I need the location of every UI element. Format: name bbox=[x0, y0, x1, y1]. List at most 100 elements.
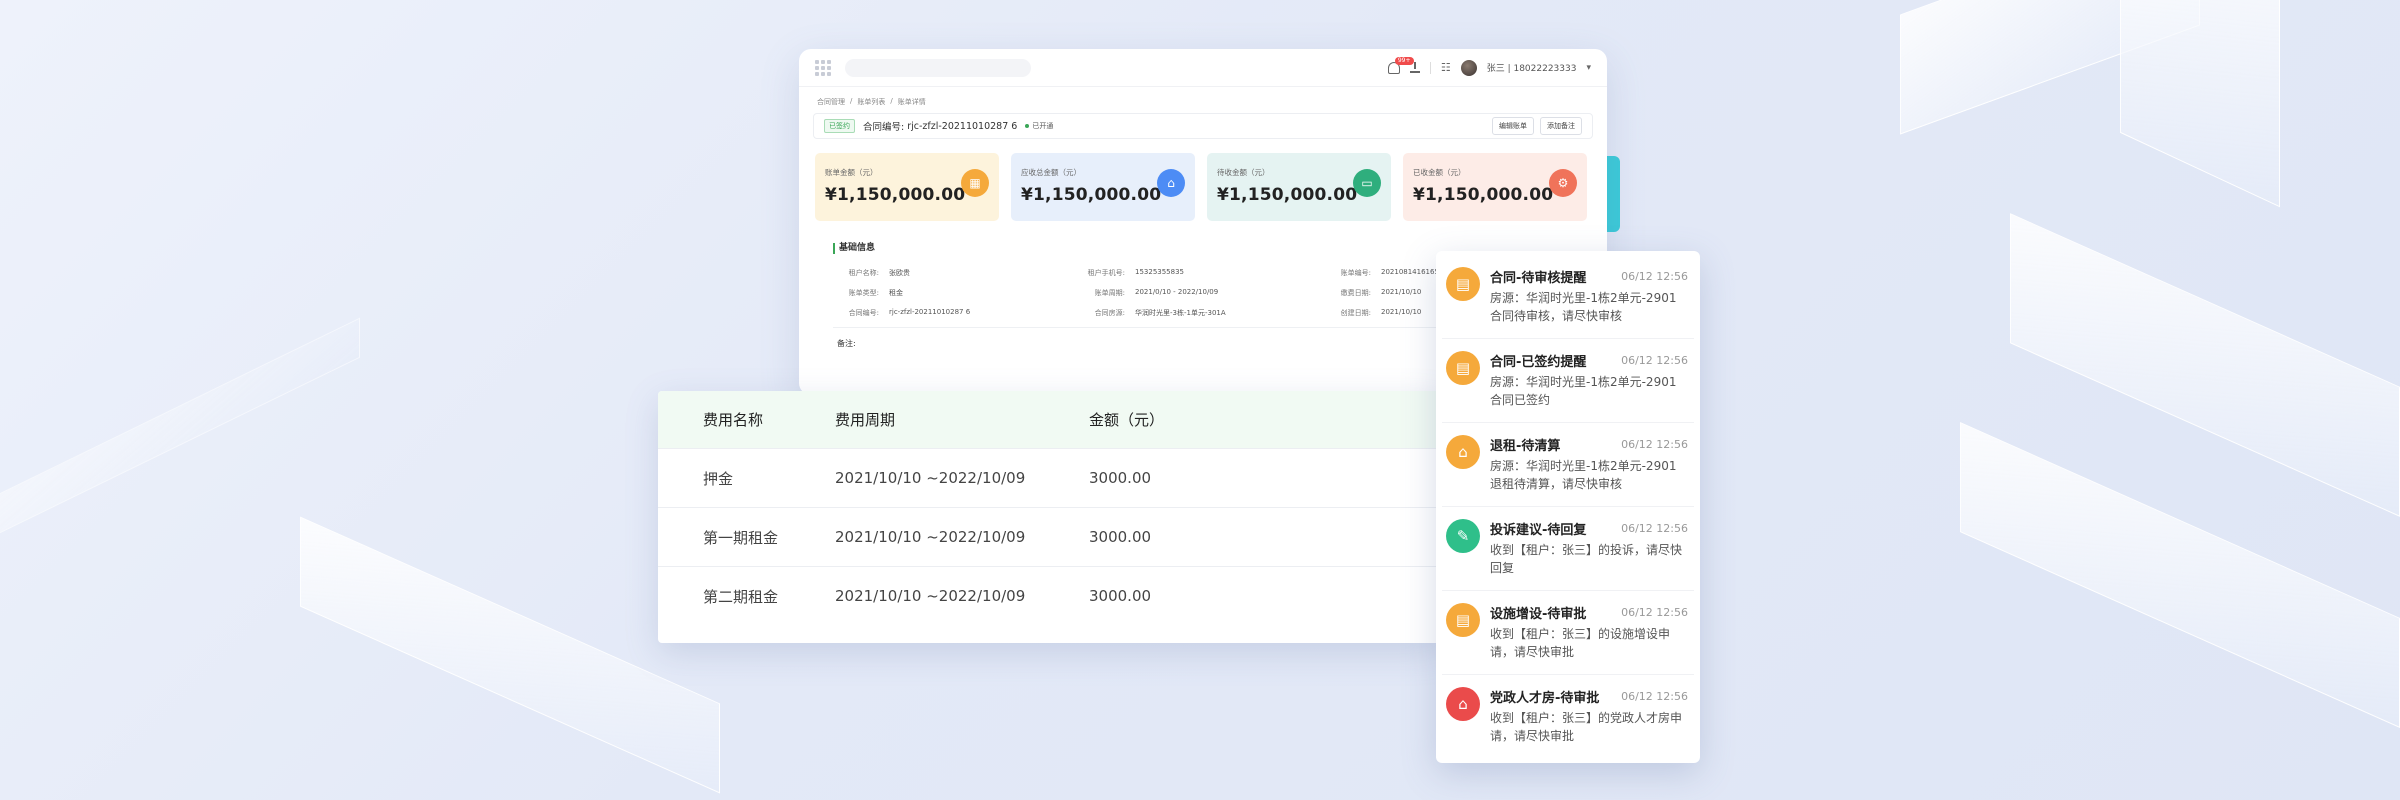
info-key: 账单周期: bbox=[1094, 289, 1125, 297]
info-item: 租户名称: 张欧贵 bbox=[837, 268, 1083, 278]
notification-panel: ▤ 合同-待审核提醒 06/12 12:56 房源：华润时光里-1栋2单元-290… bbox=[1436, 251, 1700, 763]
notification-text: 房源：华润时光里-1栋2单元-2901 退租待清算，请尽快审核 bbox=[1490, 459, 1677, 491]
notification-text: 收到【租户：张三】的设施增设申请，请尽快审批 bbox=[1490, 627, 1671, 659]
notification-time: 06/12 12:56 bbox=[1621, 690, 1688, 703]
table-cell: 押金 bbox=[703, 469, 734, 488]
column-header: 费用周期 bbox=[835, 411, 896, 429]
table-cell: 2021/10/10 ~2022/10/09 bbox=[835, 528, 1026, 546]
breadcrumb-separator: / bbox=[850, 97, 853, 105]
notification-title: 党政人才房-待审批 bbox=[1490, 691, 1600, 706]
notification-time: 06/12 12:56 bbox=[1621, 606, 1688, 619]
notification-text: 房源：华润时光里-1栋2单元-2901 合同待审核，请尽快审核 bbox=[1490, 291, 1677, 323]
fee-table: 费用名称 费用周期 金额（元） 押金 2021/10/10 ~2022/10/0… bbox=[658, 391, 1446, 643]
notification-text: 收到【租户：张三】的投诉，请尽快回复 bbox=[1490, 543, 1683, 575]
user-info[interactable]: 张三 | 18022223333 bbox=[1487, 61, 1577, 74]
info-value: rjc-zfzl-20211010287 6 bbox=[889, 308, 971, 316]
breadcrumb: 合同管理 / 账单列表 / 账单详情 bbox=[799, 87, 1607, 113]
notification-text: 房源：华润时光里-1栋2单元-2901 合同已签约 bbox=[1490, 375, 1677, 407]
info-value: 2021/10/10 bbox=[1381, 308, 1422, 316]
table-row[interactable]: 押金 2021/10/10 ~2022/10/09 3000.00 bbox=[658, 448, 1446, 507]
table-row[interactable]: 第二期租金 2021/10/10 ~2022/10/09 3000.00 bbox=[658, 566, 1446, 625]
breadcrumb-separator: / bbox=[890, 97, 893, 105]
notification-item[interactable]: ▤ 合同-已签约提醒 06/12 12:56 房源：华润时光里-1栋2单元-290… bbox=[1442, 339, 1694, 423]
notification-item[interactable]: ⌂ 退租-待清算 06/12 12:56 房源：华润时光里-1栋2单元-2901 … bbox=[1442, 423, 1694, 507]
notification-text: 收到【租户：张三】的党政人才房申请，请尽快审批 bbox=[1490, 711, 1683, 743]
document-icon: ▤ bbox=[1446, 267, 1480, 301]
summary-cards: 账单金额（元） ¥1,150,000.00 ▦ 应收总金额（元） ¥1,150,… bbox=[799, 139, 1607, 221]
chevron-down-icon[interactable]: ▾ bbox=[1586, 63, 1591, 73]
breadcrumb-item[interactable]: 合同管理 bbox=[817, 97, 845, 107]
notification-time: 06/12 12:56 bbox=[1621, 522, 1688, 535]
edit-bill-button[interactable]: 编辑账单 bbox=[1492, 117, 1534, 135]
received-amount-card: 已收金额（元） ¥1,150,000.00 ⚙ bbox=[1403, 153, 1587, 221]
bill-amount-card: 账单金额（元） ¥1,150,000.00 ▦ bbox=[815, 153, 999, 221]
table-cell: 第二期租金 bbox=[703, 587, 779, 606]
car-icon: ▭ bbox=[1353, 169, 1381, 197]
background-shape bbox=[300, 516, 720, 794]
info-key: 账单类型: bbox=[848, 289, 879, 297]
info-value: 20210814161653 bbox=[1381, 268, 1444, 276]
status-badge: 已签约 bbox=[824, 119, 855, 133]
help-icon[interactable]: ☷ bbox=[1441, 61, 1451, 74]
notification-item[interactable]: ✎ 投诉建议-待回复 06/12 12:56 收到【租户：张三】的投诉，请尽快回复 bbox=[1442, 507, 1694, 591]
document-icon: ▤ bbox=[1446, 351, 1480, 385]
table-cell: 3000.00 bbox=[1089, 528, 1152, 546]
notification-title: 退租-待清算 bbox=[1490, 439, 1561, 454]
info-key: 租户名称: bbox=[848, 269, 879, 277]
table-cell: 2021/10/10 ~2022/10/09 bbox=[835, 587, 1026, 605]
info-value: 15325355835 bbox=[1135, 268, 1184, 276]
info-key: 创建日期: bbox=[1340, 309, 1371, 317]
info-value: 张欧贵 bbox=[889, 269, 910, 277]
home-badge-icon: ⌂ bbox=[1446, 687, 1480, 721]
avatar[interactable] bbox=[1460, 59, 1477, 76]
info-key: 账单编号: bbox=[1340, 269, 1371, 277]
info-key: 缴费日期: bbox=[1340, 289, 1371, 297]
contract-number-label: 合同编号: bbox=[863, 122, 905, 133]
apps-grid-icon[interactable] bbox=[815, 59, 831, 76]
receivable-amount-card: 应收总金额（元） ¥1,150,000.00 ⌂ bbox=[1011, 153, 1195, 221]
info-item: 账单周期: 2021/0/10 - 2022/10/09 bbox=[1083, 288, 1329, 298]
table-cell: 3000.00 bbox=[1089, 587, 1152, 605]
table-row[interactable]: 第一期租金 2021/10/10 ~2022/10/09 3000.00 bbox=[658, 507, 1446, 566]
home-icon: ⌂ bbox=[1157, 169, 1185, 197]
notification-time: 06/12 12:56 bbox=[1621, 270, 1688, 283]
notification-title: 合同-已签约提醒 bbox=[1490, 355, 1587, 370]
table-cell: 3000.00 bbox=[1089, 469, 1152, 487]
bell-icon[interactable]: 99+ bbox=[1387, 56, 1414, 74]
breadcrumb-current: 账单详情 bbox=[897, 98, 926, 106]
info-key: 合同编号: bbox=[848, 309, 879, 317]
table-cell: 第一期租金 bbox=[703, 528, 779, 547]
house-icon: ⌂ bbox=[1446, 435, 1480, 469]
info-value: 租金 bbox=[889, 289, 903, 297]
download-icon[interactable] bbox=[1409, 62, 1420, 73]
settings-icon: ⚙ bbox=[1549, 169, 1577, 197]
search-input[interactable] bbox=[845, 58, 1031, 77]
notification-title: 设施增设-待审批 bbox=[1490, 607, 1587, 622]
info-key: 合同房源: bbox=[1094, 309, 1125, 317]
info-value: 2021/10/10 bbox=[1381, 288, 1422, 296]
info-value: 华润时光里-3栋-1单元-301A bbox=[1135, 309, 1226, 317]
accent-tab bbox=[1606, 156, 1620, 232]
table-header: 费用名称 费用周期 金额（元） bbox=[658, 391, 1446, 448]
notification-item[interactable]: ▤ 合同-待审核提醒 06/12 12:56 房源：华润时光里-1栋2单元-290… bbox=[1442, 255, 1694, 339]
clipboard-icon: ▤ bbox=[1446, 603, 1480, 637]
info-value: 2021/0/10 - 2022/10/09 bbox=[1135, 288, 1219, 296]
contract-header: 已签约 合同编号: rjc-zfzl-20211010287 6 已开通 编辑账… bbox=[813, 113, 1593, 139]
top-bar-actions: 99+ ☷ 张三 | 18022223333 ▾ bbox=[1387, 56, 1591, 76]
notification-time: 06/12 12:56 bbox=[1621, 438, 1688, 451]
notification-title: 投诉建议-待回复 bbox=[1490, 523, 1587, 538]
notification-title: 合同-待审核提醒 bbox=[1490, 271, 1587, 286]
info-key: 租户手机号: bbox=[1087, 269, 1125, 277]
info-item: 合同房源: 华润时光里-3栋-1单元-301A bbox=[1083, 308, 1329, 318]
background-shape bbox=[2120, 0, 2280, 208]
column-header: 金额（元） bbox=[1089, 411, 1165, 429]
breadcrumb-item[interactable]: 账单列表 bbox=[857, 97, 885, 107]
notification-item[interactable]: ⌂ 党政人才房-待审批 06/12 12:56 收到【租户：张三】的党政人才房申请… bbox=[1442, 675, 1694, 759]
column-header: 费用名称 bbox=[703, 411, 764, 429]
notification-item[interactable]: ▤ 设施增设-待审批 06/12 12:56 收到【租户：张三】的设施增设申请，请… bbox=[1442, 591, 1694, 675]
calendar-icon: ▦ bbox=[961, 169, 989, 197]
info-item: 租户手机号: 15325355835 bbox=[1083, 268, 1329, 278]
add-note-button[interactable]: 添加备注 bbox=[1540, 117, 1582, 135]
top-bar: 99+ ☷ 张三 | 18022223333 ▾ bbox=[799, 49, 1607, 87]
info-item: 合同编号: rjc-zfzl-20211010287 6 bbox=[837, 308, 1083, 318]
